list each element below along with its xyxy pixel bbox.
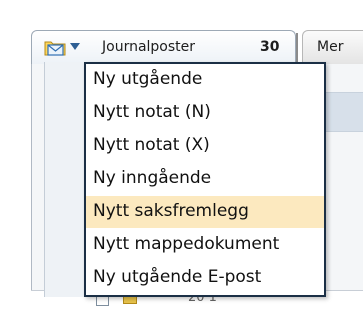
tab-label: Journalposter xyxy=(102,39,196,55)
menu-item-nytt-notat-n[interactable]: Nytt notat (N) xyxy=(86,97,324,129)
tab-journalposter[interactable]: Journalposter 30 xyxy=(31,30,298,64)
folder-mail-icon xyxy=(44,41,66,56)
menu-item-nytt-notat-x[interactable]: Nytt notat (X) xyxy=(86,130,324,162)
menu-shadow-strip xyxy=(44,62,84,297)
menu-item-nytt-saksfremlegg[interactable]: Nytt saksfremlegg xyxy=(86,196,324,228)
new-document-dropdown-menu: Ny utgående Nytt notat (N) Nytt notat (X… xyxy=(84,62,326,297)
menu-item-nytt-mappedokument[interactable]: Nytt mappedokument xyxy=(86,229,324,261)
tab-more[interactable]: Mer xyxy=(302,30,363,64)
tab-more-label: Mer xyxy=(317,39,344,55)
tab-count-badge: 30 xyxy=(260,39,280,55)
menu-item-ny-utgaende[interactable]: Ny utgående xyxy=(86,64,324,96)
toolbar-background xyxy=(0,0,363,30)
chevron-down-icon xyxy=(70,43,80,50)
stage: R 20 1 Journalposter 30 Mer Ny utgående … xyxy=(0,0,363,309)
menu-item-ny-inngaende[interactable]: Ny inngående xyxy=(86,163,324,195)
new-document-menu-button[interactable] xyxy=(44,38,92,56)
menu-item-ny-utgaende-epost[interactable]: Ny utgående E-post xyxy=(86,262,324,294)
